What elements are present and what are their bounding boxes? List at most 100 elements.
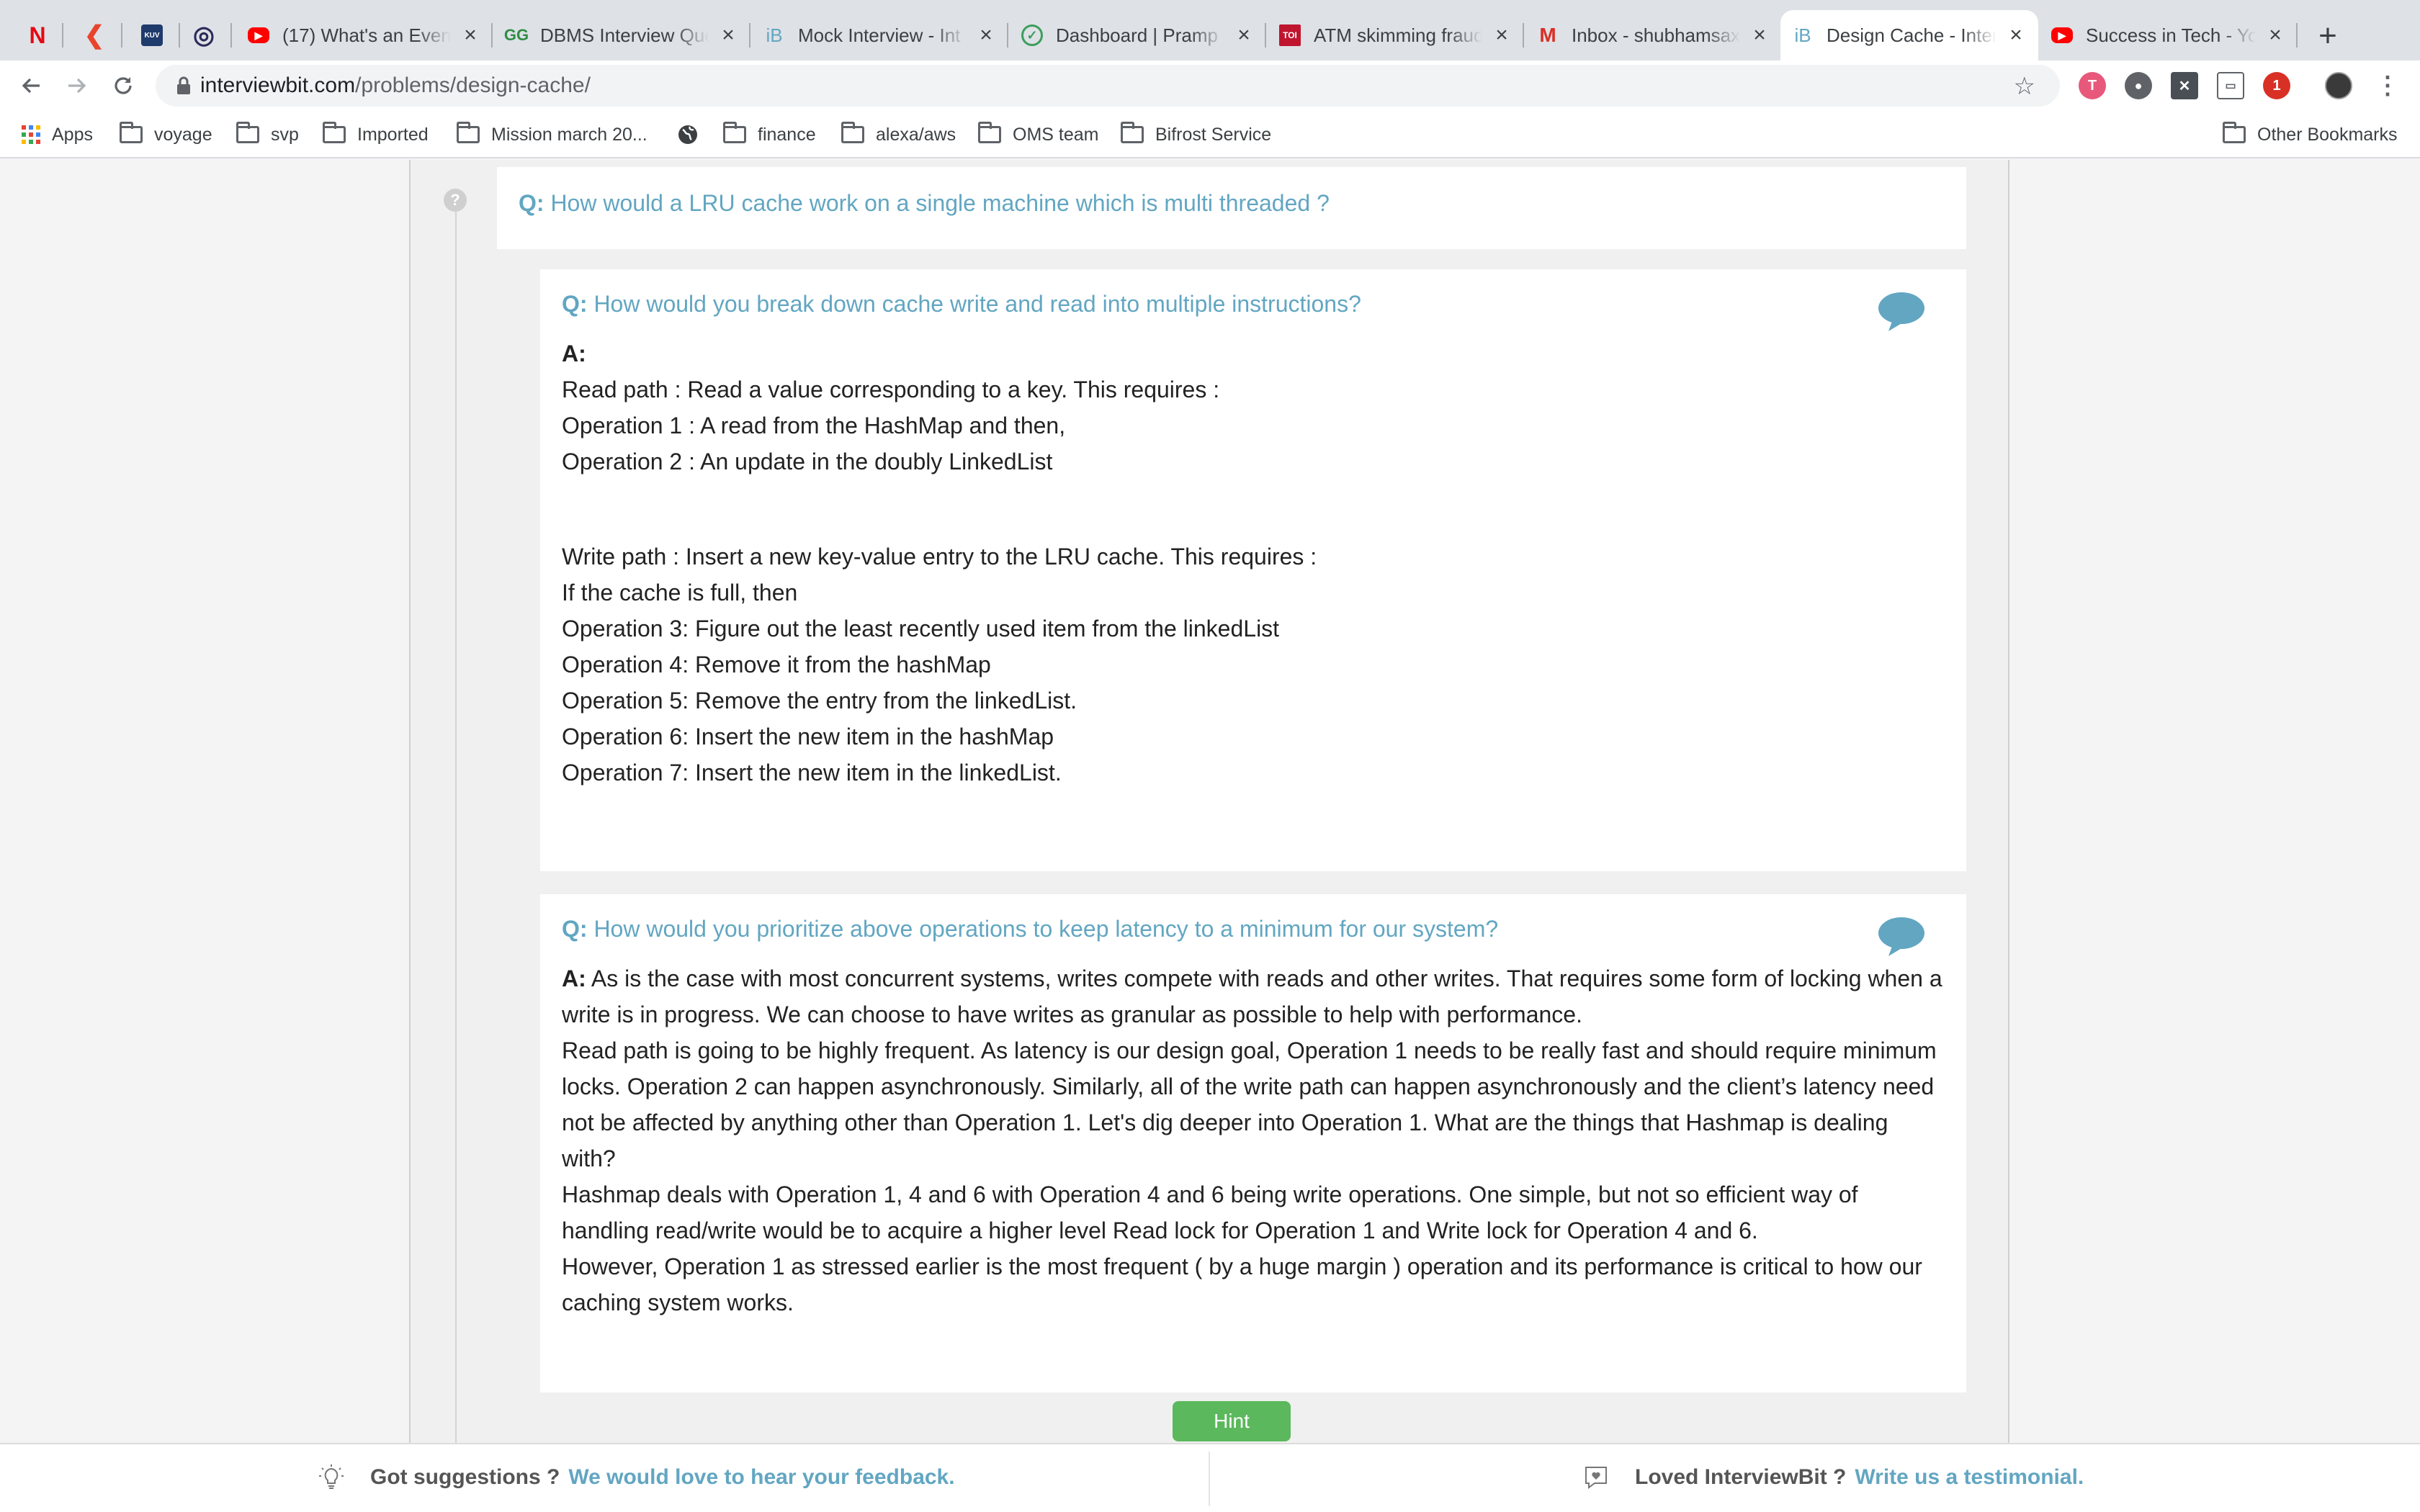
gmail-icon: M [1539, 24, 1556, 46]
tab-pramp-dashboard[interactable]: ✓ Dashboard | Pramp × [1010, 10, 1266, 60]
forward-arrow-icon [68, 78, 86, 94]
tab-title: Dashboard | Pramp [1056, 24, 1218, 46]
bookmark-folder[interactable]: Imported [323, 121, 429, 148]
tab-pinned-circle[interactable]: ◎ [176, 10, 232, 60]
folder-icon [120, 122, 143, 143]
tab-pinned-kuvera[interactable]: KUV [124, 10, 180, 60]
close-icon[interactable]: × [717, 23, 739, 48]
kuvera-icon: KUV [141, 24, 163, 46]
close-icon[interactable]: × [975, 23, 997, 48]
close-icon[interactable]: × [2264, 23, 2286, 48]
back-button[interactable] [13, 68, 49, 104]
tab-dbms-interview[interactable]: GG DBMS Interview Que × [494, 10, 750, 60]
main-question[interactable]: Q: How would a LRU cache work on a singl… [497, 167, 1966, 249]
bookmark-apps[interactable]: Apps [22, 121, 93, 148]
tab-title: Success in Tech - Yo [2086, 24, 2256, 46]
close-icon[interactable]: × [460, 23, 481, 48]
question-prefix: Q: [562, 291, 588, 317]
folder-icon [1121, 122, 1144, 143]
apps-grid-icon [22, 125, 40, 144]
folder-icon [2223, 122, 2246, 143]
tab-pinned-arrow[interactable]: ❮ [66, 10, 122, 60]
bookmark-label: Other Bookmarks [2257, 124, 2398, 145]
close-icon[interactable]: × [2005, 23, 2027, 48]
answer-card-1: Q: How would you break down cache write … [540, 269, 1966, 871]
comment-bubble-icon[interactable] [1877, 289, 1926, 333]
tab-separator [62, 23, 63, 48]
globe-icon [678, 125, 697, 144]
extension-icon[interactable]: 1 [2263, 72, 2290, 99]
bookmark-folder[interactable]: Bifrost Service [1121, 121, 1271, 148]
answer-line: Write path : Insert a new key-value entr… [562, 544, 1317, 570]
tab-separator [121, 23, 122, 48]
answer-line: Operation 1 : A read from the HashMap an… [562, 413, 1066, 438]
help-icon[interactable]: ? [444, 189, 467, 212]
url-path: /problems/design-cache/ [355, 73, 591, 97]
extension-icon[interactable]: ✕ [2171, 72, 2198, 99]
bookmark-star-icon[interactable]: ☆ [2014, 72, 2035, 101]
avatar[interactable] [2325, 72, 2352, 99]
bookmark-folder[interactable]: svp [236, 121, 299, 148]
tab-atm-skimming[interactable]: TOI ATM skimming fraud × [1268, 10, 1524, 60]
folder-icon [457, 122, 480, 143]
answer-line: Operation 6: Insert the new item in the … [562, 724, 1054, 750]
testimonial-link[interactable]: Write us a testimonial. [1855, 1465, 2084, 1490]
tab-gmail-inbox[interactable]: M Inbox - shubhamsax × [1525, 10, 1782, 60]
bookmark-folder[interactable]: alexa/aws [841, 121, 956, 148]
bookmark-folder[interactable]: OMS team [978, 121, 1098, 148]
folder-icon [841, 122, 864, 143]
tab-title: Design Cache - Inter [1827, 24, 1996, 46]
bookmark-label: Bifrost Service [1155, 124, 1272, 145]
footer-divider [1209, 1452, 1210, 1506]
tab-youtube-event[interactable]: ▶ (17) What's an Event × [236, 10, 493, 60]
tab-separator [2296, 23, 2298, 48]
tab-title: DBMS Interview Que [540, 24, 709, 46]
youtube-icon: ▶ [2051, 27, 2073, 43]
close-icon[interactable]: × [1233, 23, 1255, 48]
thread-rail [455, 200, 457, 1496]
arrow-logo-icon: ❮ [84, 22, 105, 49]
extension-icon[interactable]: T [2079, 72, 2106, 99]
bookmark-label: alexa/aws [876, 124, 956, 145]
answer-prefix: A: [562, 341, 586, 366]
answer-paragraph: Read path is going to be highly frequent… [562, 1038, 1937, 1171]
hint-button[interactable]: Hint [1173, 1401, 1291, 1441]
bookmark-folder[interactable]: finance [723, 121, 816, 148]
circle-logo-icon: ◎ [193, 22, 215, 49]
netflix-icon: N [29, 22, 46, 48]
tab-separator [749, 23, 750, 48]
card-answer: A: Read path : Read a value correspondin… [562, 336, 1317, 791]
bookmark-folder[interactable]: Mission march 20... [457, 121, 647, 148]
bookmark-label: Apps [52, 124, 93, 145]
menu-kebab-icon[interactable]: ⋮ [2374, 72, 2401, 99]
question-prefix: Q: [562, 916, 588, 942]
bookmark-globe[interactable] [677, 121, 699, 148]
answer-line: If the cache is full, then [562, 580, 798, 606]
browser-toolbar: interviewbit.com/problems/design-cache/ … [0, 60, 2420, 111]
tab-design-cache[interactable]: iB Design Cache - Inter × [1780, 10, 2038, 60]
close-icon[interactable]: × [1749, 23, 1770, 48]
bookmark-label: Imported [357, 124, 429, 145]
tab-title: Inbox - shubhamsax [1572, 24, 1740, 46]
tab-success-in-tech[interactable]: ▶ Success in Tech - Yo × [2040, 10, 2298, 60]
close-icon[interactable]: × [1491, 23, 1512, 48]
bookmark-other[interactable]: Other Bookmarks [2223, 121, 2398, 148]
footer-left-text: Got suggestions ? [370, 1465, 560, 1489]
forward-button[interactable] [59, 68, 95, 104]
bookmark-label: Mission march 20... [491, 124, 647, 145]
bookmarks-bar: Apps voyage svp Imported Mission march 2… [0, 111, 2420, 158]
geeksforgeeks-icon: GG [503, 26, 529, 44]
address-bar[interactable]: interviewbit.com/problems/design-cache/ … [156, 65, 2060, 107]
extension-icon[interactable]: ● [2125, 72, 2152, 99]
answer-paragraph: A: As is the case with most concurrent s… [562, 960, 1945, 1032]
comment-bubble-icon[interactable] [1877, 914, 1926, 958]
tab-pinned-netflix[interactable]: N [12, 10, 63, 60]
feedback-link[interactable]: We would love to hear your feedback. [568, 1465, 954, 1490]
tab-mock-interview[interactable]: iB Mock Interview - Int × [752, 10, 1008, 60]
reload-button[interactable] [105, 68, 141, 104]
extension-icon[interactable]: ▭ [2217, 72, 2244, 99]
new-tab-button[interactable]: + [2308, 16, 2348, 56]
answer-paragraph: Hashmap deals with Operation 1, 4 and 6 … [562, 1182, 1858, 1243]
url-host: interviewbit.com [200, 73, 356, 97]
bookmark-folder[interactable]: voyage [120, 121, 212, 148]
